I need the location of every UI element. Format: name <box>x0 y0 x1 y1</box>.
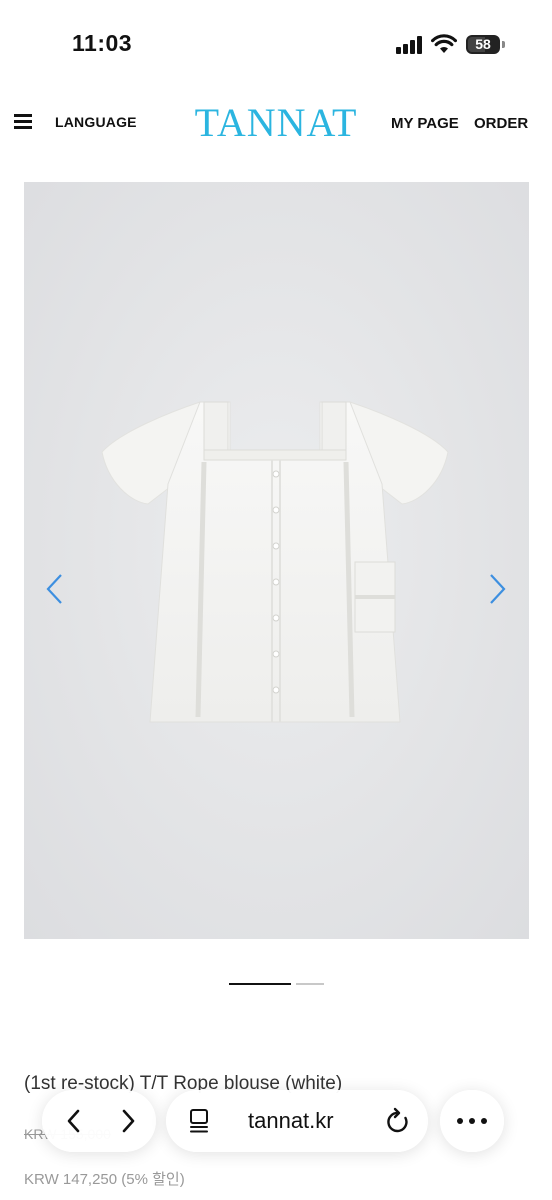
hamburger-menu-icon[interactable] <box>14 114 32 130</box>
browser-back-button[interactable] <box>62 1107 86 1135</box>
status-bar: 11:03 58 <box>0 0 552 80</box>
product-photo-blouse <box>101 401 449 723</box>
gallery-pagination <box>229 983 324 986</box>
cellular-signal-icon <box>396 36 424 54</box>
browser-nav-controls <box>42 1090 156 1152</box>
gallery-prev-arrow[interactable] <box>44 572 66 606</box>
wifi-icon <box>431 34 457 53</box>
reload-icon[interactable] <box>385 1107 411 1135</box>
product-sale-price: KRW 147,250 (5% 할인) <box>24 1171 185 1188</box>
browser-forward-button[interactable] <box>116 1107 140 1135</box>
language-link[interactable]: LANGUAGE <box>55 114 137 130</box>
status-time: 11:03 <box>72 30 133 56</box>
my-page-link[interactable]: MY PAGE <box>391 115 459 132</box>
site-header: LANGUAGE TANNAT MY PAGE ORDER <box>0 90 552 156</box>
battery-tip <box>502 41 505 48</box>
page-menu-icon[interactable] <box>187 1108 211 1134</box>
battery-icon: 58 <box>466 35 500 54</box>
browser-url[interactable]: tannat.kr <box>248 1108 334 1134</box>
more-dots-icon <box>457 1118 487 1124</box>
pager-indicator[interactable] <box>296 983 324 985</box>
pager-indicator-active[interactable] <box>229 983 291 985</box>
order-link[interactable]: ORDER <box>474 115 528 132</box>
browser-more-button[interactable] <box>440 1090 504 1152</box>
browser-address-bar[interactable]: tannat.kr <box>166 1090 428 1152</box>
battery-level: 58 <box>475 36 491 52</box>
gallery-next-arrow[interactable] <box>486 572 508 606</box>
site-logo[interactable]: TANNAT <box>188 100 364 146</box>
product-image-gallery[interactable] <box>24 182 529 939</box>
